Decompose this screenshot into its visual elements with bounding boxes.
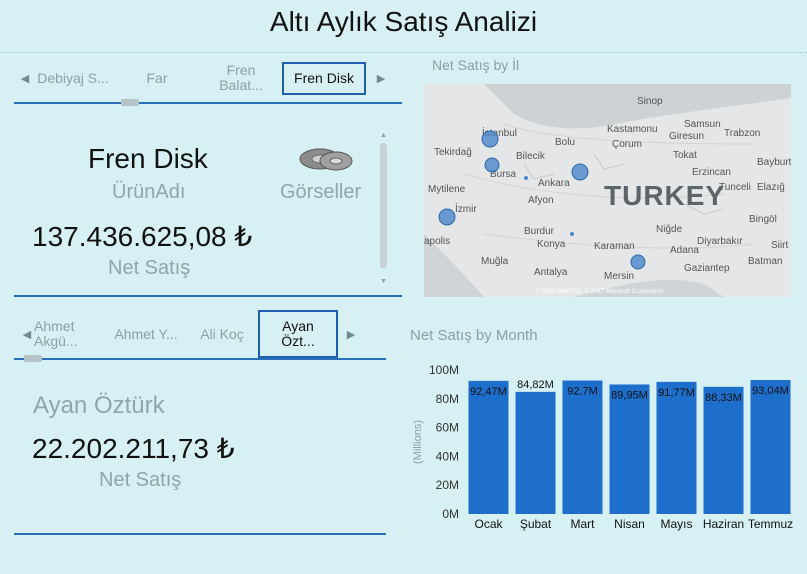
map-bubble-izmir[interactable] [438,208,456,226]
employee-net-sales-label: Net Satış [99,469,182,491]
slicer-item-fren-balat[interactable]: Fren Balat... [210,63,272,93]
bar-ocak[interactable] [468,380,509,514]
employee-name: Ayan Öztürk [33,392,165,419]
map-title: Net Satış by İl [432,57,520,73]
data-label: 89,95M [611,389,648,401]
employee-next-arrow-icon[interactable]: ▶ [344,328,358,341]
slicer-item-ahmet-akgu[interactable]: Ahmet Akgü... [34,319,90,349]
product-name: Fren Disk [88,143,208,174]
product-net-sales-value: 137.436.625,08 ₺ [32,221,253,252]
data-label: 88,33M [705,392,742,404]
y-tick-label: 80M [436,392,459,406]
product-slicer-divider [14,102,402,104]
y-tick-label: 100M [429,363,459,377]
map-bubbles [438,130,646,270]
map-copyright: © 2010 NAVTEQ, © 2017 Microsoft Corporat… [536,289,664,295]
employee-prev-arrow-icon[interactable]: ◀ [20,328,34,341]
x-tick-label: Mart [571,517,596,531]
map-bubble-mersin[interactable] [630,254,646,270]
brake-disc-image [299,148,353,171]
slicer-item-ahmet-y[interactable]: Ahmet Y... [106,326,186,342]
page-title: Altı Aylık Satış Analizi [269,6,538,37]
product-slicer-scrollbar[interactable] [121,99,139,106]
bar-nisan[interactable] [609,384,650,514]
bar-mayıs[interactable] [656,381,697,514]
data-label: 92,7M [567,386,598,398]
bar-haziran[interactable] [703,386,744,514]
chart-title: Net Satış by Month [410,327,538,344]
employee-net-sales-value: 22.202.211,73 ₺ [32,433,235,464]
slicer-prev-arrow-icon[interactable]: ◀ [18,72,32,85]
map-bubble-small-1[interactable] [524,176,528,180]
map-bubble-small-2[interactable] [570,232,574,236]
product-slicer: ◀ Debiyaj S... Far Fren Balat... Fren Di… [18,58,402,98]
product-card-divider [14,295,402,297]
x-tick-label: Haziran [703,517,744,531]
sales-map[interactable]: İstanbul Sinop Samsun Kastamonu Giresun … [424,84,791,297]
employee-slicer: ◀ Ahmet Akgü... Ahmet Y... Ali Koç Ayan … [20,310,386,358]
data-label: 84,82M [517,379,554,391]
map-bubble-ankara[interactable] [571,163,589,181]
x-tick-label: Nisan [614,517,645,531]
employee-slicer-divider [14,358,386,360]
bar-temmuz[interactable] [750,380,791,514]
employee-slicer-scrollbar[interactable] [24,355,42,362]
x-tick-label: Mayıs [660,517,692,531]
y-tick-label: 20M [436,478,459,492]
scroll-down-arrow-icon[interactable]: ▼ [380,278,387,285]
map-bubble-istanbul[interactable] [481,130,499,148]
net-sales-by-month-chart: 0M 20M 40M 60M 80M 100M (Millions) 92,47M Ocak 84… [412,363,793,531]
y-tick-label: 0M [442,507,459,521]
x-tick-label: Ocak [474,517,503,531]
y-tick-label: 40M [436,449,459,463]
image-label: Görseller [280,181,362,203]
slicer-item-ayan-ozt[interactable]: Ayan Özt... [258,310,338,358]
employee-card-divider [14,533,386,535]
y-axis-label: (Millions) [412,420,424,464]
slicer-next-arrow-icon[interactable]: ▶ [374,72,388,85]
map-bubble-bursa[interactable] [484,157,500,173]
x-tick-label: Şubat [520,517,552,531]
data-label: 92,47M [470,386,507,398]
y-tick-label: 60M [436,421,459,435]
product-name-label: ÜrünAdı [112,181,186,203]
slicer-item-far[interactable]: Far [114,70,200,86]
slicer-item-debiyaj[interactable]: Debiyaj S... [32,70,114,86]
slicer-item-ali-koc[interactable]: Ali Koç [192,326,252,342]
title-divider [0,52,807,53]
x-tick-label: Temmuz [748,517,793,531]
bar-şubat[interactable] [515,391,556,514]
slicer-item-fren-disk[interactable]: Fren Disk [282,61,366,95]
product-net-sales-label: Net Satış [108,257,191,279]
data-label: 93,04M [752,385,789,397]
data-label: 91,77M [658,387,695,399]
scroll-up-arrow-icon[interactable]: ▲ [380,132,387,139]
product-card-scrollbar[interactable] [380,143,387,268]
bar-mart[interactable] [562,380,603,514]
